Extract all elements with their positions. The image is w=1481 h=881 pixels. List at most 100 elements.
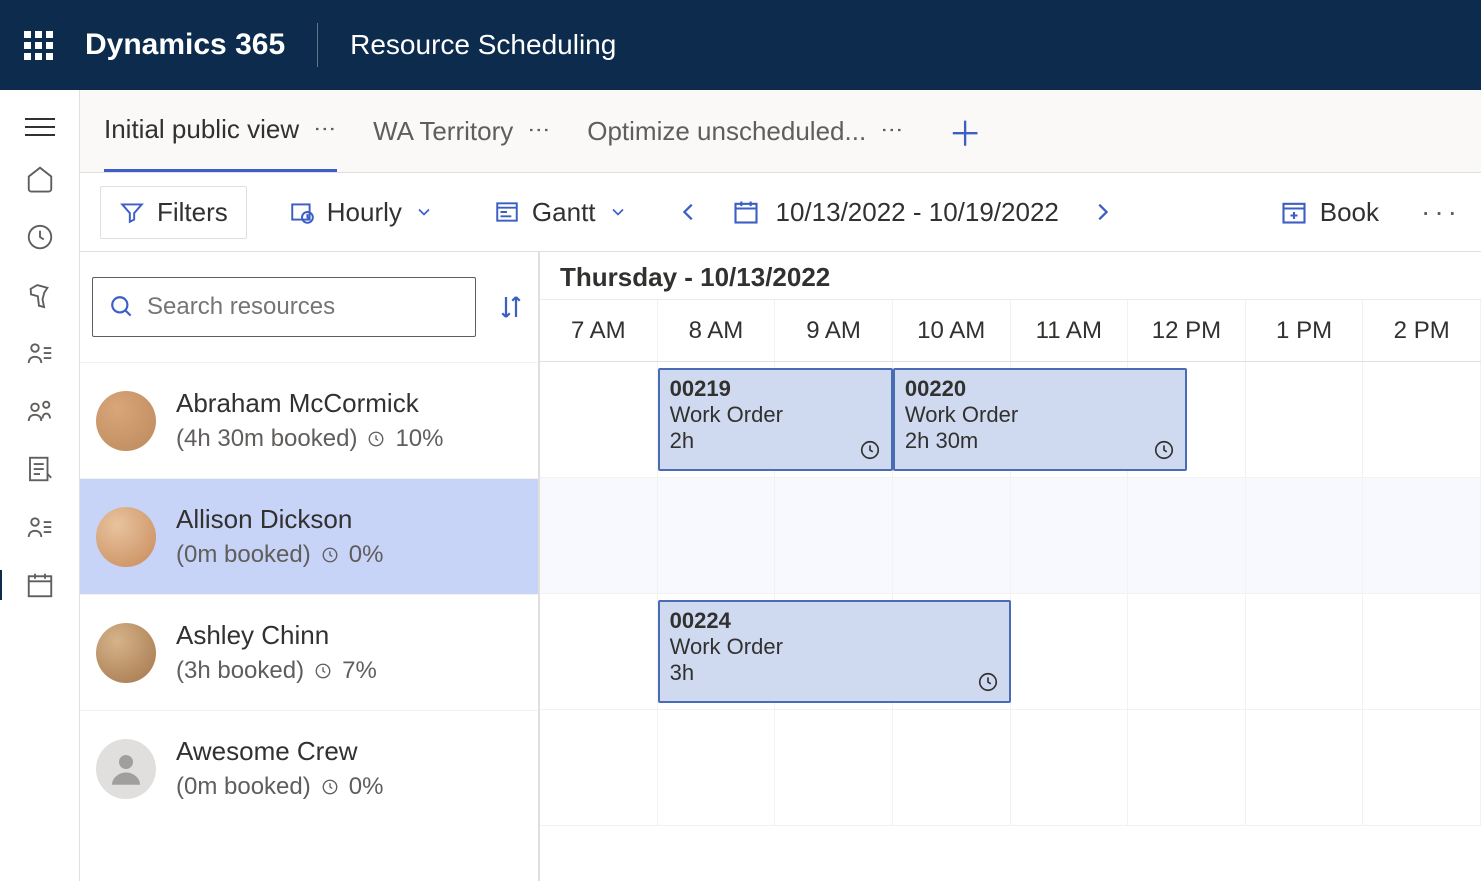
clock-icon xyxy=(314,662,332,680)
clock-icon xyxy=(321,546,339,564)
schedule-cell[interactable] xyxy=(1011,478,1129,593)
schedule-cell[interactable] xyxy=(1363,710,1481,825)
tab-label: WA Territory xyxy=(373,116,513,147)
avatar xyxy=(96,391,156,451)
schedule-cell[interactable] xyxy=(775,478,893,593)
tab-optimize-unscheduled[interactable]: Optimize unscheduled... ⋮ xyxy=(587,90,904,172)
schedule-cell[interactable] xyxy=(1011,710,1129,825)
booking-type: Work Order xyxy=(670,634,999,660)
schedule-cell[interactable] xyxy=(1246,478,1364,593)
home-icon[interactable] xyxy=(25,164,55,194)
schedule-cell[interactable] xyxy=(1011,594,1129,709)
app-launcher-icon[interactable] xyxy=(24,31,53,60)
schedule-cell[interactable] xyxy=(540,478,658,593)
list-icon[interactable] xyxy=(25,512,55,542)
schedule-row[interactable]: 00219Work Order2h00220Work Order2h 30m xyxy=(540,362,1481,478)
time-header-cell: 2 PM xyxy=(1363,300,1481,361)
sort-button[interactable] xyxy=(496,292,526,322)
schedule-cell[interactable] xyxy=(540,710,658,825)
time-header-cell: 9 AM xyxy=(775,300,893,361)
resource-row[interactable]: Awesome Crew(0m booked) 0% xyxy=(80,710,538,826)
avatar xyxy=(96,739,156,799)
next-period-button[interactable] xyxy=(1083,201,1121,223)
resource-name: Abraham McCormick xyxy=(176,388,444,419)
menu-toggle-button[interactable] xyxy=(25,118,55,136)
prev-period-button[interactable] xyxy=(670,201,708,223)
booking-block[interactable]: 00220Work Order2h 30m xyxy=(893,368,1187,471)
schedule-cell[interactable] xyxy=(1128,710,1246,825)
schedule-row[interactable] xyxy=(540,710,1481,826)
resource-row[interactable]: Ashley Chinn (3h booked) 7% xyxy=(80,594,538,710)
filters-button[interactable]: Filters xyxy=(100,186,247,239)
resource-meta: (3h booked) 7% xyxy=(176,657,377,685)
schedule-cell[interactable] xyxy=(658,478,776,593)
book-button[interactable]: Book xyxy=(1262,187,1397,238)
resource-name: Ashley Chinn xyxy=(176,620,377,651)
schedule-rows: 00219Work Order2h00220Work Order2h 30m00… xyxy=(540,362,1481,881)
schedule-cell[interactable] xyxy=(658,710,776,825)
schedule-row[interactable]: 00224Work Order3h xyxy=(540,594,1481,710)
schedule-cell[interactable] xyxy=(1246,710,1364,825)
search-input[interactable] xyxy=(147,293,459,321)
schedule-cell[interactable] xyxy=(893,710,1011,825)
booking-number: 00220 xyxy=(905,376,1175,402)
schedule-cell[interactable] xyxy=(775,710,893,825)
time-header-cell: 12 PM xyxy=(1128,300,1246,361)
schedule-cell[interactable] xyxy=(1128,478,1246,593)
resource-name: Allison Dickson xyxy=(176,504,383,535)
schedule-cell[interactable] xyxy=(893,478,1011,593)
time-scale-dropdown[interactable]: Hourly xyxy=(271,187,452,238)
avatar xyxy=(96,623,156,683)
view-type-label: Gantt xyxy=(532,197,596,228)
schedule-cell[interactable] xyxy=(540,362,658,477)
booking-duration: 3h xyxy=(670,660,999,686)
contacts-icon[interactable] xyxy=(25,338,55,368)
tab-menu-icon[interactable]: ⋮ xyxy=(312,118,338,142)
time-scale-label: Hourly xyxy=(327,197,402,228)
clock-icon xyxy=(859,439,881,461)
resource-row[interactable]: Abraham McCormick(4h 30m booked) 10% xyxy=(80,362,538,478)
nav-rail xyxy=(0,90,80,881)
date-range-label: 10/13/2022 - 10/19/2022 xyxy=(776,197,1059,228)
recent-icon[interactable] xyxy=(25,222,55,252)
search-input-container[interactable] xyxy=(92,277,476,337)
view-type-dropdown[interactable]: Gantt xyxy=(476,187,646,238)
schedule-cell[interactable] xyxy=(1363,594,1481,709)
schedule-board: Abraham McCormick(4h 30m booked) 10%Alli… xyxy=(80,252,1481,881)
time-header: 7 AM8 AM9 AM10 AM11 AM12 PM1 PM2 PM xyxy=(540,300,1481,362)
booking-duration: 2h 30m xyxy=(905,428,1175,454)
booking-block[interactable]: 00224Work Order3h xyxy=(658,600,1011,703)
app-header: Dynamics 365 Resource Scheduling xyxy=(0,0,1481,90)
more-actions-button[interactable]: ··· xyxy=(1421,196,1461,228)
schedule-cell[interactable] xyxy=(1246,594,1364,709)
resource-row[interactable]: Allison Dickson (0m booked) 0% xyxy=(80,478,538,594)
time-header-cell: 8 AM xyxy=(658,300,776,361)
schedule-board-icon[interactable] xyxy=(25,570,55,600)
book-label: Book xyxy=(1320,197,1379,228)
resource-meta: (0m booked) 0% xyxy=(176,541,383,569)
add-tab-button[interactable]: ＋ xyxy=(948,107,982,156)
tab-menu-icon[interactable]: ⋮ xyxy=(879,119,905,143)
schedule-cell[interactable] xyxy=(1363,362,1481,477)
time-header-cell: 7 AM xyxy=(540,300,658,361)
booking-number: 00224 xyxy=(670,608,999,634)
schedule-cell[interactable] xyxy=(1363,478,1481,593)
pin-icon[interactable] xyxy=(25,280,55,310)
requirements-icon[interactable] xyxy=(25,454,55,484)
tab-label: Optimize unscheduled... xyxy=(587,116,866,147)
time-header-cell: 1 PM xyxy=(1246,300,1364,361)
booking-type: Work Order xyxy=(905,402,1175,428)
date-range-button[interactable]: 10/13/2022 - 10/19/2022 xyxy=(732,197,1059,228)
tab-wa-territory[interactable]: WA Territory ⋮ xyxy=(373,90,551,172)
team-icon[interactable] xyxy=(25,396,55,426)
tab-menu-icon[interactable]: ⋮ xyxy=(526,119,552,143)
tab-initial-public-view[interactable]: Initial public view ⋮ xyxy=(104,90,337,172)
schedule-cell[interactable] xyxy=(540,594,658,709)
header-divider xyxy=(317,23,318,67)
schedule-cell[interactable] xyxy=(1128,594,1246,709)
search-icon xyxy=(109,294,135,320)
booking-block[interactable]: 00219Work Order2h xyxy=(658,368,893,471)
schedule-row[interactable] xyxy=(540,478,1481,594)
time-header-cell: 11 AM xyxy=(1011,300,1129,361)
schedule-cell[interactable] xyxy=(1246,362,1364,477)
